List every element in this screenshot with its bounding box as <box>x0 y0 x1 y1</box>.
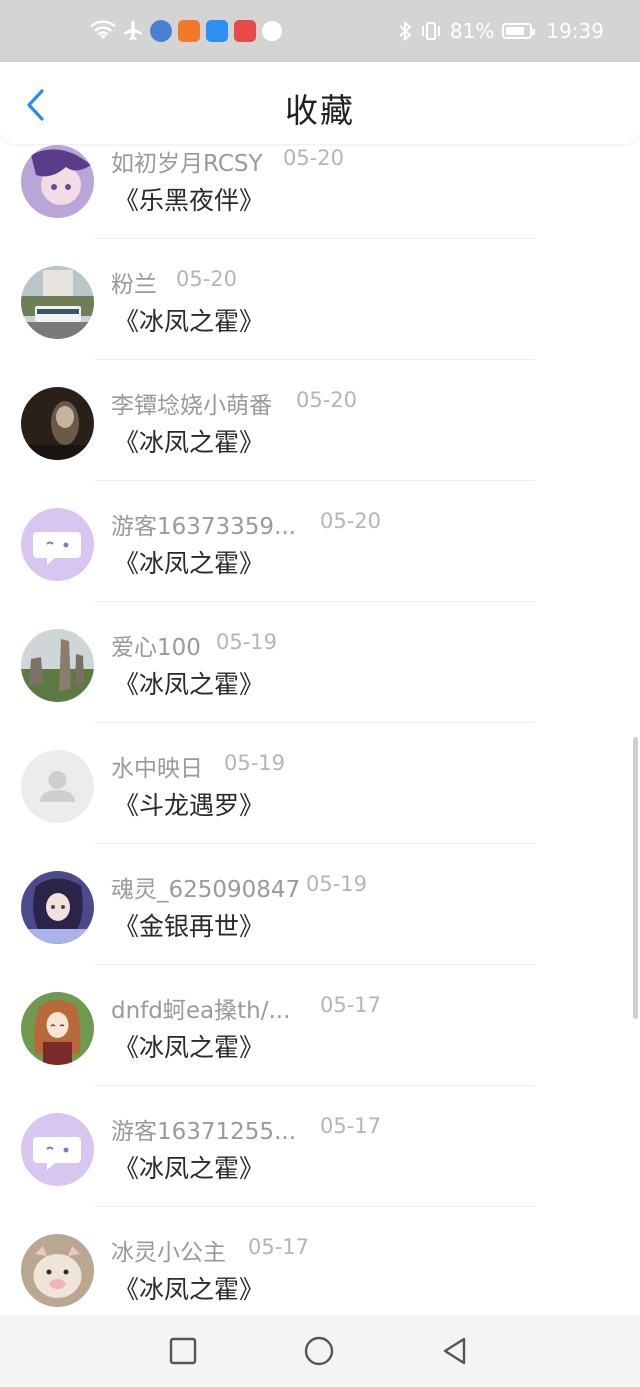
list-item[interactable]: 冰灵小公主 05-17 《冰凤之霍》 <box>0 1207 640 1328</box>
battery-icon <box>502 23 536 39</box>
user-name: 魂灵_625090847 <box>111 877 301 903</box>
battery-percent: 81% <box>449 19 495 43</box>
clock: 19:39 <box>546 19 604 43</box>
avatar[interactable] <box>21 750 94 823</box>
wifi-icon <box>90 20 116 39</box>
list-item-content: 李镡埝娆小萌番 05-20 《冰凤之霍》 <box>0 360 640 481</box>
item-date: 05-17 <box>320 1114 382 1138</box>
avatar[interactable] <box>21 871 94 944</box>
book-title[interactable]: 《冰凤之霍》 <box>114 544 264 580</box>
list-item-content: 游客16371255... 05-17 《冰凤之霍》 <box>0 1086 640 1207</box>
user-name: 水中映日 <box>111 756 203 782</box>
airplane-icon <box>124 21 142 41</box>
avatar[interactable] <box>21 1234 94 1307</box>
shop-app-icon <box>234 20 256 42</box>
user-name: 冰灵小公主 <box>111 1240 226 1266</box>
list-item[interactable]: 李镡埝娆小萌番 05-20 《冰凤之霍》 <box>0 360 640 481</box>
book-title[interactable]: 《冰凤之霍》 <box>114 665 264 701</box>
page-title: 收藏 <box>285 91 355 130</box>
item-date: 05-17 <box>248 1235 310 1259</box>
item-date: 05-19 <box>224 751 286 775</box>
status-left <box>90 20 282 42</box>
square-icon[interactable] <box>167 1335 199 1367</box>
book-title[interactable]: 《乐黑夜伴》 <box>114 181 264 217</box>
screen: 81% 19:39 收藏 如初岁月RCSY 05-20 《乐黑夜伴》粉兰 05-20 《… <box>0 0 640 1387</box>
list-item[interactable]: 魂灵_625090847 05-19 《金银再世》 <box>0 844 640 965</box>
list-item[interactable]: 粉兰 05-20 《冰凤之霍》 <box>0 239 640 360</box>
user-name: 游客16371255... <box>111 1119 296 1145</box>
item-date: 05-20 <box>283 146 345 170</box>
music-app-icon <box>150 20 172 42</box>
user-name: 游客16373359... <box>111 514 296 540</box>
user-name: dnfd蚵ea搡th/... <box>111 998 291 1024</box>
avatar[interactable] <box>21 508 94 581</box>
search-app-icon <box>206 20 228 42</box>
book-title[interactable]: 《冰凤之霍》 <box>114 423 264 459</box>
video-app-icon <box>178 20 200 42</box>
avatar[interactable] <box>21 387 94 460</box>
book-title[interactable]: 《冰凤之霍》 <box>114 1028 264 1064</box>
avatar[interactable] <box>21 266 94 339</box>
book-title[interactable]: 《冰凤之霍》 <box>114 1149 264 1185</box>
item-date: 05-19 <box>216 630 278 654</box>
list-item[interactable]: 爱心100 05-19 《冰凤之霍》 <box>0 602 640 723</box>
list-item-content: 冰灵小公主 05-17 《冰凤之霍》 <box>0 1207 640 1328</box>
item-date: 05-17 <box>320 993 382 1017</box>
avatar[interactable] <box>21 1113 94 1186</box>
avatar[interactable] <box>21 992 94 1065</box>
user-name: 如初岁月RCSY <box>111 151 263 177</box>
book-title[interactable]: 《金银再世》 <box>114 907 264 943</box>
circle-icon[interactable] <box>303 1335 335 1367</box>
ball-app-icon <box>262 21 282 41</box>
list-item-content: 魂灵_625090847 05-19 《金银再世》 <box>0 844 640 965</box>
bluetooth-icon <box>399 20 412 42</box>
user-name: 李镡埝娆小萌番 <box>111 393 272 419</box>
vibrate-icon <box>421 22 440 40</box>
list-item-content: 爱心100 05-19 《冰凤之霍》 <box>0 602 640 723</box>
item-date: 05-20 <box>176 267 238 291</box>
favorites-list: 如初岁月RCSY 05-20 《乐黑夜伴》 粉兰 05-20 《冰凤之霍》 李镡埝娆小萌番 0… <box>0 118 640 1328</box>
list-item-content: 粉兰 05-20 《冰凤之霍》 <box>0 239 640 360</box>
user-name: 粉兰 <box>111 272 157 298</box>
avatar[interactable] <box>21 145 94 218</box>
user-name: 爱心100 <box>111 635 201 661</box>
header: 收藏 <box>0 62 640 144</box>
list-item[interactable]: 游客16371255... 05-17 《冰凤之霍》 <box>0 1086 640 1207</box>
item-date: 05-19 <box>306 872 368 896</box>
navigation-bar <box>0 1315 640 1387</box>
list-item-content: dnfd蚵ea搡th/... 05-17 《冰凤之霍》 <box>0 965 640 1086</box>
avatar[interactable] <box>21 629 94 702</box>
book-title[interactable]: 《冰凤之霍》 <box>114 302 264 338</box>
item-date: 05-20 <box>320 509 382 533</box>
list-item[interactable]: dnfd蚵ea搡th/... 05-17 《冰凤之霍》 <box>0 965 640 1086</box>
book-title[interactable]: 《冰凤之霍》 <box>114 1270 264 1306</box>
list-item-content: 水中映日 05-19 《斗龙遇罗》 <box>0 723 640 844</box>
list-item-content: 游客16373359... 05-20 《冰凤之霍》 <box>0 481 640 602</box>
list-item[interactable]: 游客16373359... 05-20 《冰凤之霍》 <box>0 481 640 602</box>
scrollbar[interactable] <box>633 737 638 1019</box>
book-title[interactable]: 《斗龙遇罗》 <box>114 786 264 822</box>
status-right: 81% 19:39 <box>398 19 604 43</box>
status-bar: 81% 19:39 <box>0 0 640 62</box>
list-item[interactable]: 水中映日 05-19 《斗龙遇罗》 <box>0 723 640 844</box>
item-date: 05-20 <box>296 388 358 412</box>
triangle-back-icon[interactable] <box>439 1335 471 1367</box>
